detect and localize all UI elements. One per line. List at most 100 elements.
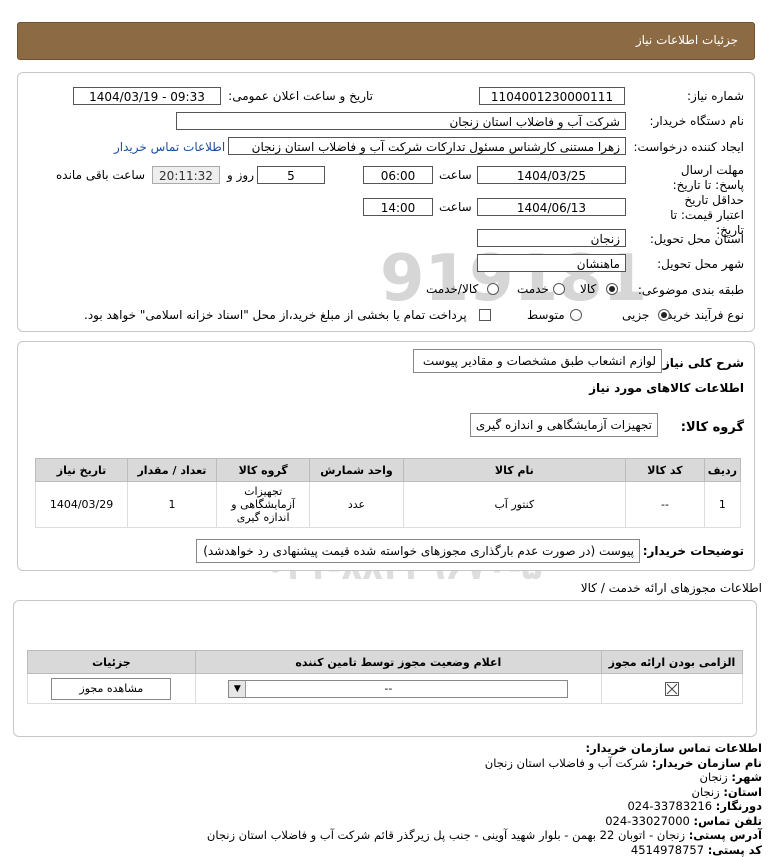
contact-province: استان: زنجان: [2, 785, 762, 800]
table-row: 1 -- کنتور آب عدد تجهیزات آزمایشگاهی و ا…: [36, 482, 741, 528]
days-field: 5: [257, 166, 325, 184]
contact-address: آدرس پستی: زنجان - اتوبان 22 بهمن - بلوا…: [2, 828, 762, 843]
province-label: استان:: [723, 785, 762, 799]
fax-label: دورنگار:: [716, 799, 762, 813]
category-option-both: کالا/خدمت: [426, 282, 478, 296]
need-number-label: شماره نیاز:: [687, 89, 744, 103]
col-details: جزئیات: [28, 651, 196, 674]
process-option-partial: جزیی: [622, 308, 649, 322]
goods-table-header-row: ردیف کد کالا نام کالا واحد شمارش گروه کا…: [36, 459, 741, 482]
col-row: ردیف: [704, 459, 740, 482]
deadline-date-field: 1404/03/25: [477, 166, 626, 184]
col-required: الزامی بودن ارائه مجوز: [601, 651, 742, 674]
city-value: زنجان: [700, 770, 728, 784]
phone-label: تلفن تماس:: [694, 814, 762, 828]
category-option-service: خدمت: [517, 282, 549, 296]
city-label: شهر محل تحویل:: [657, 257, 744, 271]
cell-code: --: [626, 482, 705, 528]
goods-group-field: تجهیزات آزمایشگاهی و اندازه گیری: [470, 413, 658, 437]
validity-time-label: ساعت: [439, 200, 472, 214]
permits-header-row: الزامی بودن ارائه مجوز اعلام وضعیت مجوز …: [28, 651, 743, 674]
cell-unit: عدد: [310, 482, 403, 528]
contact-fax: دورنگار: 024-33783216: [2, 799, 762, 814]
need-details-panel: [17, 341, 755, 571]
announce-field: 1404/03/19 - 09:33: [73, 87, 221, 105]
creator-field: زهرا مستنی کارشناس مسئول تدارکات شرکت آب…: [228, 137, 626, 155]
category-label: طبقه بندی موضوعی:: [638, 283, 744, 297]
process-option-medium: متوسط: [527, 308, 565, 322]
status-cell: -- ▼: [195, 674, 601, 704]
process-radio-medium[interactable]: [570, 309, 582, 321]
validity-time-field: 14:00: [363, 198, 433, 216]
contact-title: اطلاعات تماس سازمان خریدار:: [2, 741, 762, 756]
address-label: آدرس پستی:: [689, 828, 762, 842]
buyer-field: شرکت آب و فاضلاب استان زنجان: [176, 112, 626, 130]
phone-value: 024-33027000: [605, 814, 690, 828]
page-header: جزئیات اطلاعات نیاز: [17, 22, 755, 60]
days-label: روز و: [227, 168, 254, 182]
deadline-time-label: ساعت: [439, 168, 472, 182]
process-label: نوع فرآیند خرید :: [659, 308, 744, 322]
city-label: شهر:: [731, 770, 762, 784]
deadline-time-field: 06:00: [363, 166, 433, 184]
contact-org: نام سازمان خریدار: شرکت آب و فاضلاب استا…: [2, 756, 762, 771]
details-cell: مشاهده مجوز: [28, 674, 196, 704]
summary-field: لوازم انشعاب طبق مشخصات و مقادیر پیوست: [413, 349, 662, 373]
col-name: نام کالا: [403, 459, 626, 482]
contact-city: شهر: زنجان: [2, 770, 762, 785]
validity-date-field: 1404/06/13: [477, 198, 626, 216]
permit-status-select[interactable]: -- ▼: [228, 680, 568, 698]
col-group: گروه کالا: [216, 459, 310, 482]
address-value: زنجان - اتوبان 22 بهمن - بلوار شهید آوین…: [207, 828, 685, 842]
org-label: نام سازمان خریدار:: [652, 756, 762, 770]
category-radio-service[interactable]: [553, 283, 565, 295]
buyer-contact-link[interactable]: اطلاعات تماس خریدار: [114, 140, 225, 154]
buyer-notes-label: توضیحات خریدار:: [643, 544, 744, 558]
remaining-label: ساعت باقی مانده: [56, 168, 145, 182]
buyer-label: نام دستگاه خریدار:: [650, 114, 745, 128]
payment-note: پرداخت تمام یا بخشی از مبلغ خرید،از محل …: [84, 308, 467, 322]
col-code: کد کالا: [626, 459, 705, 482]
required-checkbox-icon: [665, 682, 679, 696]
process-radio-partial[interactable]: [658, 309, 670, 321]
permits-title: اطلاعات مجوزهای ارائه خدمت / کالا: [581, 581, 762, 595]
goods-table: ردیف کد کالا نام کالا واحد شمارش گروه کا…: [35, 458, 741, 528]
remaining-time-field: 20:11:32: [152, 166, 220, 184]
view-permit-button[interactable]: مشاهده مجوز: [51, 678, 171, 700]
creator-label: ایجاد کننده درخواست:: [633, 140, 744, 154]
city-field: ماهنشان: [477, 254, 626, 272]
cell-name: کنتور آب: [403, 482, 626, 528]
category-radio-goods[interactable]: [606, 283, 618, 295]
col-date: تاریخ نیاز: [36, 459, 128, 482]
contact-section: اطلاعات تماس سازمان خریدار: نام سازمان خ…: [2, 741, 762, 857]
buyer-notes-field: پیوست (در صورت عدم بارگذاری مجوزهای خواس…: [196, 539, 640, 563]
contact-phone: تلفن تماس: 024-33027000: [2, 814, 762, 829]
cell-date: 1404/03/29: [36, 482, 128, 528]
required-cell: [601, 674, 742, 704]
chevron-down-icon[interactable]: ▼: [229, 681, 246, 697]
category-radio-both[interactable]: [487, 283, 499, 295]
cell-row: 1: [704, 482, 740, 528]
org-value: شرکت آب و فاضلاب استان زنجان: [485, 756, 648, 770]
announce-label: تاریخ و ساعت اعلان عمومی:: [228, 89, 373, 103]
col-status: اعلام وضعیت مجوز توسط تامین کننده: [195, 651, 601, 674]
province-field: زنجان: [477, 229, 626, 247]
table-row: -- ▼ مشاهده مجوز: [28, 674, 743, 704]
permits-table: الزامی بودن ارائه مجوز اعلام وضعیت مجوز …: [27, 650, 743, 704]
goods-group-label: گروه کالا:: [681, 420, 744, 435]
treasury-checkbox[interactable]: [479, 309, 491, 321]
fax-value: 024-33783216: [627, 799, 712, 813]
col-qty: تعداد / مقدار: [128, 459, 217, 482]
permit-status-value: --: [229, 682, 547, 695]
cell-group: تجهیزات آزمایشگاهی و اندازه گیری: [216, 482, 310, 528]
category-option-goods: کالا: [580, 282, 596, 296]
province-label: استان محل تحویل:: [650, 232, 744, 246]
cell-qty: 1: [128, 482, 217, 528]
need-number-field: 1104001230000111: [479, 87, 625, 105]
province-value: زنجان: [692, 785, 720, 799]
deadline-label: مهلت ارسال پاسخ: تا تاریخ:: [656, 163, 744, 193]
page-title: جزئیات اطلاعات نیاز: [636, 33, 738, 47]
col-unit: واحد شمارش: [310, 459, 403, 482]
summary-label: شرح کلی نیاز:: [658, 356, 744, 370]
goods-info-title: اطلاعات کالاهای مورد نیاز: [589, 381, 744, 395]
